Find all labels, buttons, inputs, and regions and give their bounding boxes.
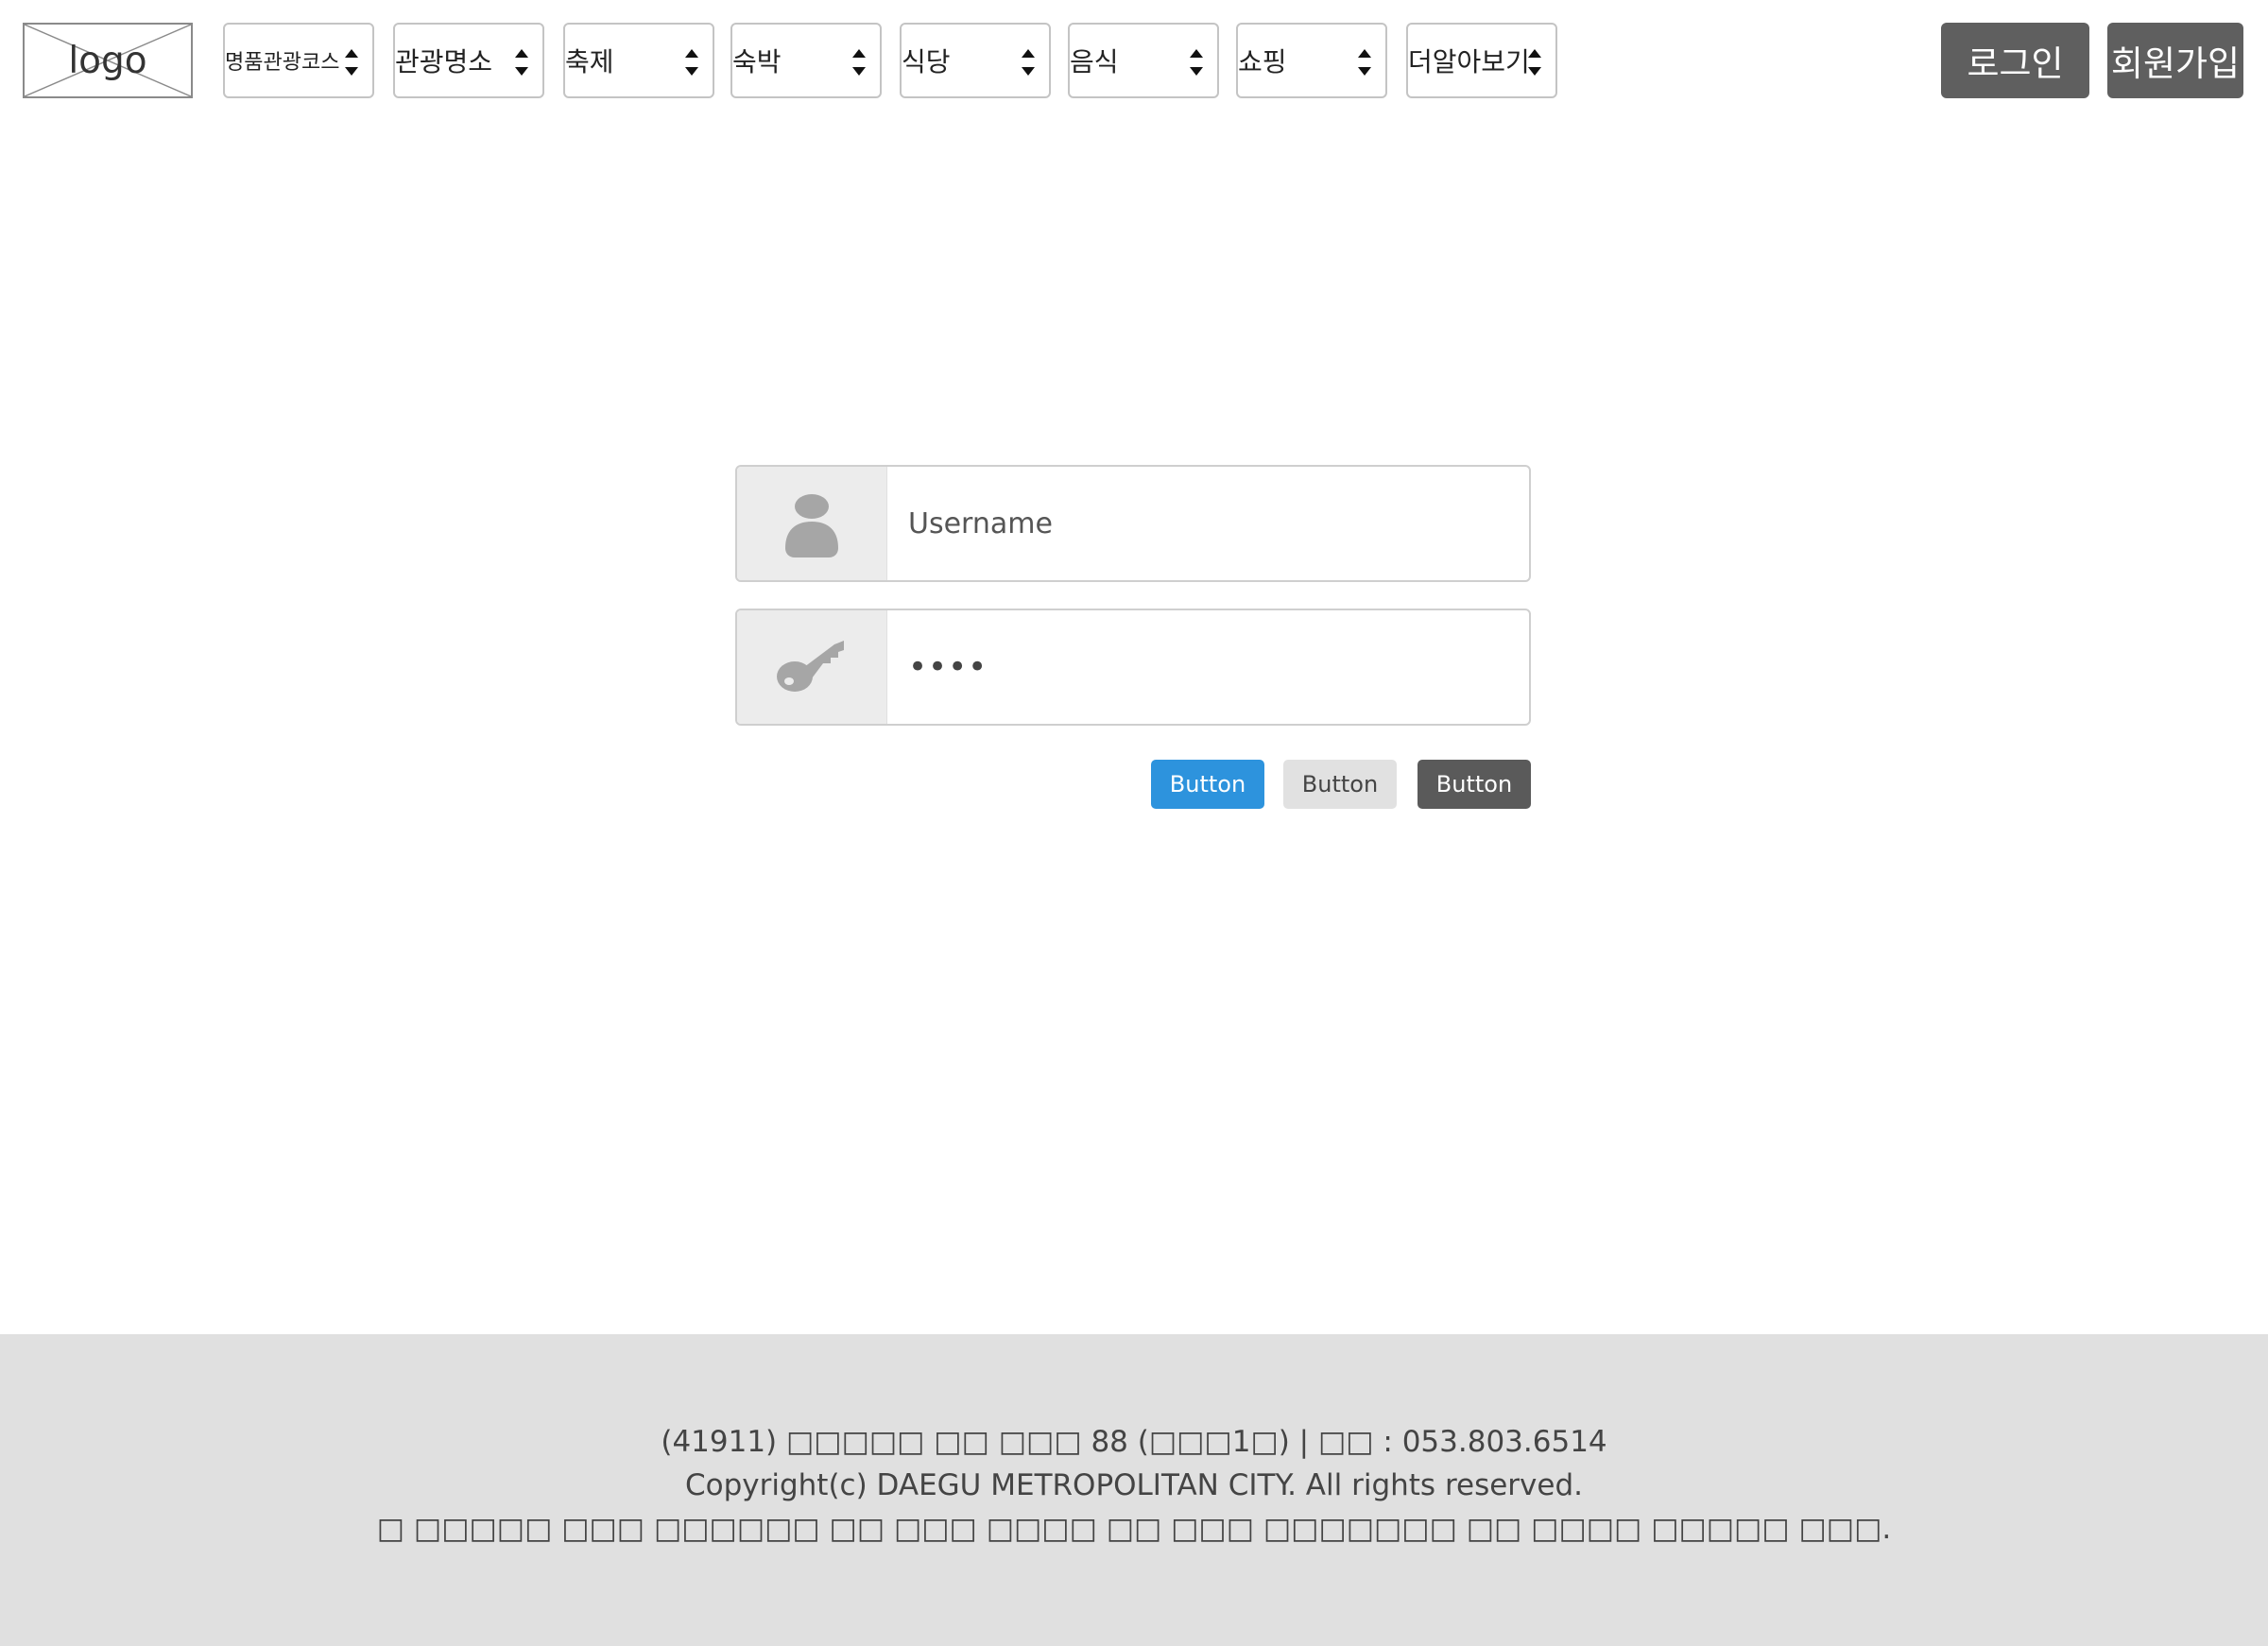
- footer: (41911) □□□□□ □□ □□□ 88 (□□□1□) | □□ : 0…: [0, 1334, 2268, 1646]
- username-field[interactable]: Username: [735, 465, 1531, 582]
- nav-select-more[interactable]: 더알아보기: [1406, 23, 1557, 98]
- updown-arrows-icon: [1525, 45, 1544, 79]
- primary-button[interactable]: Button: [1151, 760, 1264, 809]
- logo-text: logo: [68, 39, 147, 82]
- updown-arrows-icon: [682, 45, 701, 79]
- username-addon: [737, 467, 887, 580]
- nav-select-shopping[interactable]: 쇼핑: [1236, 23, 1387, 98]
- footer-copyright: Copyright(c) DAEGU METROPOLITAN CITY. Al…: [684, 1468, 1583, 1502]
- page: logo 명품관광코스 관광명소 축제 숙박 식당 음식 쇼핑 더알아보기 로그…: [0, 0, 2268, 1646]
- signup-button[interactable]: 회원가입: [2107, 23, 2243, 98]
- footer-address: (41911) □□□□□ □□ □□□ 88 (□□□1□) | □□ : 0…: [661, 1425, 1607, 1459]
- nav-select-label: 더알아보기: [1408, 46, 1530, 77]
- nav-select-label: 식당: [902, 46, 951, 77]
- nav-select-label: 쇼핑: [1238, 46, 1287, 77]
- nav-select-label: 명품관광코스: [225, 51, 340, 75]
- key-icon: [777, 641, 844, 692]
- default-button[interactable]: Button: [1283, 760, 1397, 809]
- username-input[interactable]: Username: [908, 467, 1510, 580]
- dark-button[interactable]: Button: [1418, 760, 1531, 809]
- updown-arrows-icon: [1187, 45, 1206, 79]
- updown-arrows-icon: [342, 45, 361, 79]
- password-field[interactable]: ••••: [735, 609, 1531, 726]
- nav-select-festival[interactable]: 축제: [563, 23, 714, 98]
- nav-select-label: 음식: [1070, 46, 1119, 77]
- updown-arrows-icon: [1355, 45, 1374, 79]
- nav-select-restaurant[interactable]: 식당: [900, 23, 1051, 98]
- password-addon: [737, 610, 887, 724]
- nav-select-food[interactable]: 음식: [1068, 23, 1219, 98]
- nav-select-course[interactable]: 명품관광코스: [223, 23, 374, 98]
- footer-notice: □ □□□□□ □□□ □□□□□□ □□ □□□ □□□□ □□ □□□ □□…: [376, 1512, 1892, 1546]
- password-input[interactable]: ••••: [908, 610, 1510, 724]
- nav-select-lodging[interactable]: 숙박: [730, 23, 882, 98]
- nav-select-label: 축제: [565, 46, 614, 77]
- updown-arrows-icon: [850, 45, 868, 79]
- nav-select-label: 관광명소: [395, 46, 493, 77]
- updown-arrows-icon: [1019, 45, 1038, 79]
- user-icon: [785, 494, 838, 557]
- nav-select-label: 숙박: [732, 46, 782, 77]
- updown-arrows-icon: [512, 45, 531, 79]
- logo-placeholder[interactable]: logo: [23, 23, 193, 98]
- login-button[interactable]: 로그인: [1941, 23, 2089, 98]
- nav-select-attractions[interactable]: 관광명소: [393, 23, 544, 98]
